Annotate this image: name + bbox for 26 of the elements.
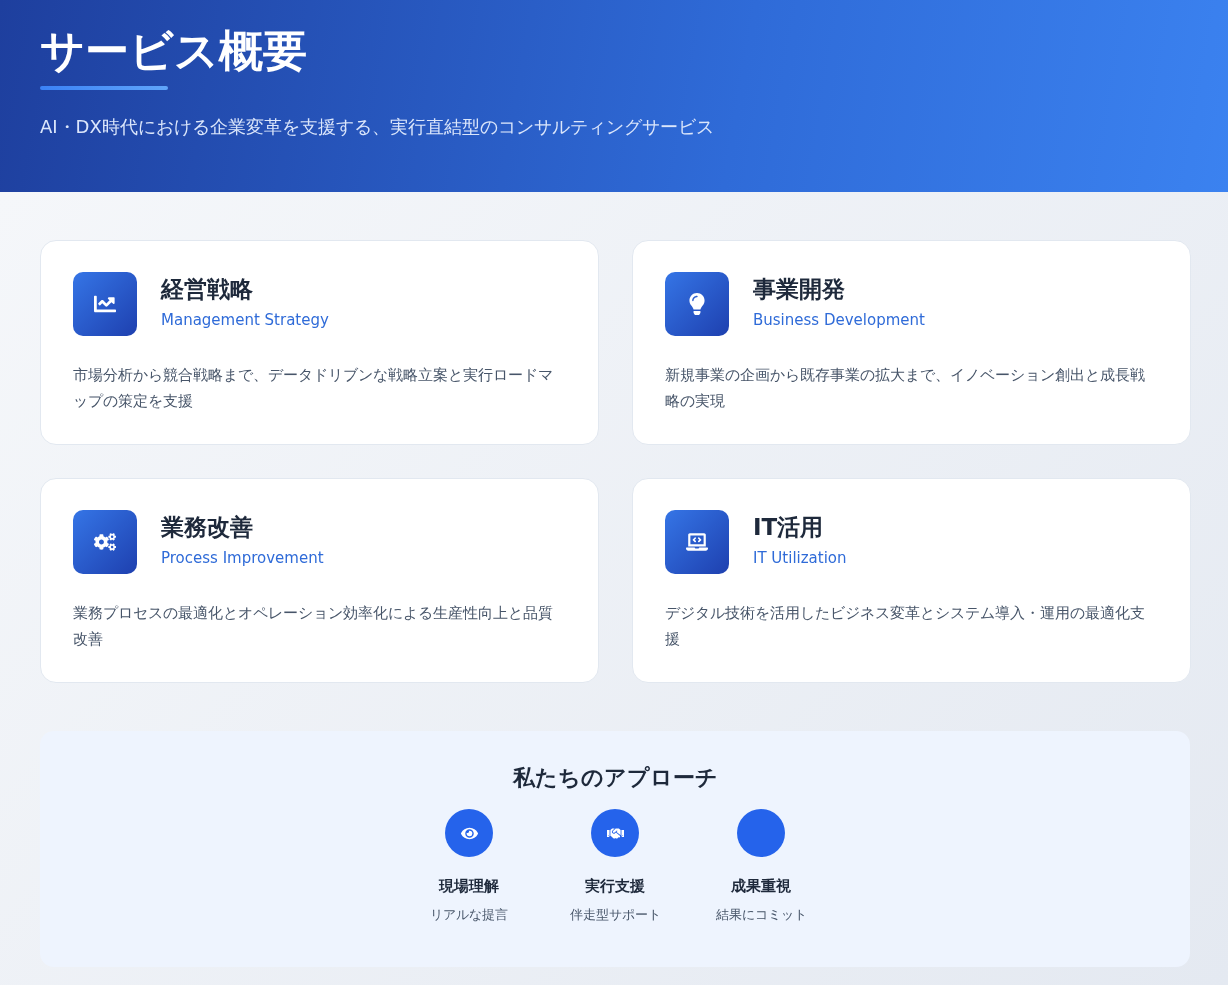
approach-caption: リアルな提言 [430, 906, 508, 924]
service-description: デジタル技術を活用したビジネス変革とシステム導入・運用の最適化支援 [665, 603, 1146, 650]
laptop-code-icon [686, 531, 708, 553]
approach-label: 現場理解 [439, 876, 499, 897]
gears-icon [94, 531, 116, 553]
approach-label: 成果重視 [731, 876, 791, 897]
approach-caption: 結果にコミット [715, 906, 807, 924]
approach-label: 実行支援 [585, 876, 645, 897]
service-description: 業務プロセスの最適化とオペレーション効率化による生産性向上と品質改善 [73, 603, 554, 650]
page-subtitle: AI・DX時代における企業変革を支援する、実行直結型のコンサルティングサービス [40, 115, 715, 139]
service-title: IT活用 [753, 513, 825, 542]
approach-caption: 伴走型サポート [569, 906, 661, 924]
service-title: 経営戦略 [161, 275, 254, 304]
service-title: 業務改善 [161, 513, 254, 542]
service-english-title: IT Utilization [753, 548, 847, 569]
approach-title: 私たちのアプローチ [512, 764, 718, 792]
service-english-title: Business Development [753, 310, 925, 331]
service-description: 市場分析から競合戦略まで、データドリブンな戦略立案と実行ロードマップの策定を支援 [73, 365, 554, 412]
approach-circle [737, 809, 785, 857]
service-description: 新規事業の企画から既存事業の拡大まで、イノベーション創出と成長戦略の実現 [665, 365, 1146, 412]
lightbulb-icon [686, 293, 708, 315]
line-chart-icon [94, 293, 116, 315]
service-title: 事業開発 [753, 275, 846, 304]
service-english-title: Management Strategy [161, 310, 329, 331]
service-english-title: Process Improvement [161, 548, 324, 569]
page-title: サービス概要 [40, 24, 308, 78]
